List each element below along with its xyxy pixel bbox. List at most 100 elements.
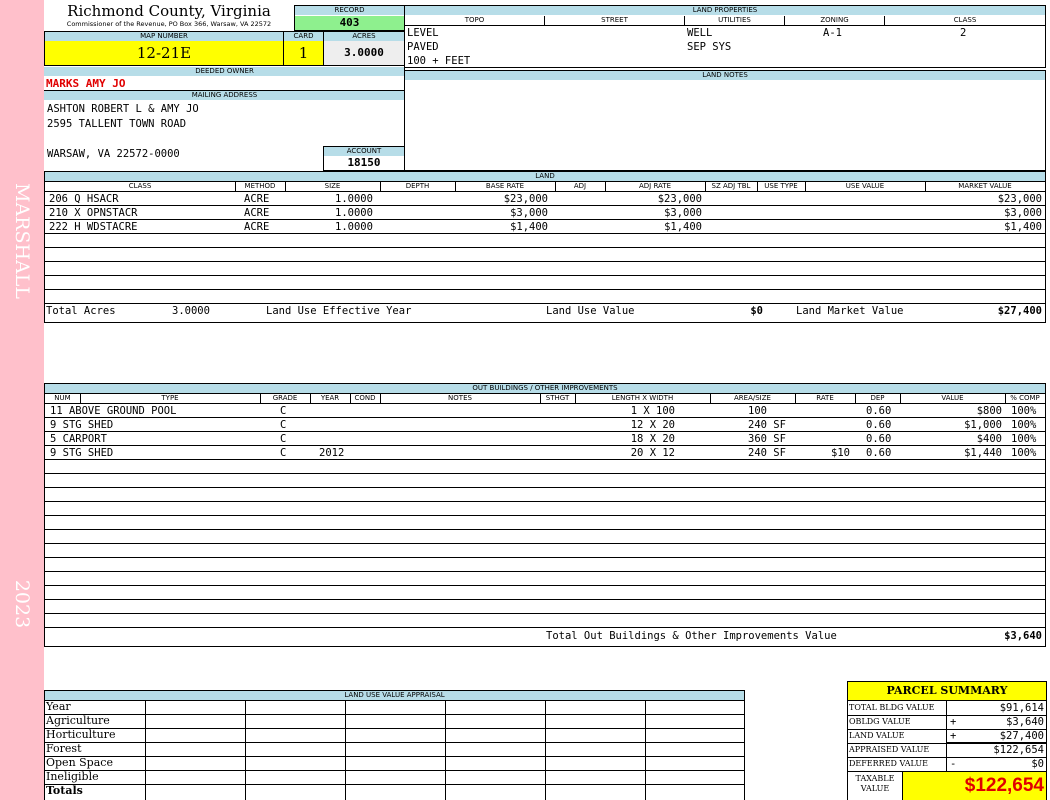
- row-divider: [45, 770, 745, 771]
- row-divider: [847, 771, 1047, 772]
- taxable-label: TAXABLE VALUE: [848, 771, 902, 800]
- ob-value: $1,000: [964, 419, 1002, 431]
- land-col-header: SIZE: [324, 182, 341, 190]
- parcel-row-value: $122,654: [993, 744, 1044, 756]
- ob-col-header: AREA/SIZE: [734, 394, 771, 402]
- commissioner-line: Commissioner of the Revenue, PO Box 366,…: [66, 20, 272, 28]
- ob-col-header: TYPE: [161, 394, 179, 402]
- total-acres-value: 3.0000: [172, 305, 210, 317]
- land-use-value-label: Land Use Value: [546, 305, 635, 317]
- row-divider: [45, 613, 1045, 614]
- parcel-summary-title: PARCEL SUMMARY: [848, 682, 1046, 700]
- row-divider: [45, 247, 1045, 248]
- column-divider: [925, 182, 926, 191]
- column-divider: [575, 394, 576, 403]
- account-label: ACCOUNT: [324, 147, 404, 156]
- taxable-value: $122,654: [903, 771, 1046, 800]
- mailing-address-label: MAILING ADDRESS: [44, 91, 405, 100]
- ob-dep: 0.60: [866, 419, 892, 431]
- parcel-row-label: DEFERRED VALUE: [849, 759, 928, 768]
- land-size: 1.0000: [335, 207, 373, 219]
- map-number-label: MAP NUMBER: [45, 32, 283, 41]
- column-divider: [545, 700, 546, 800]
- row-divider: [45, 275, 1045, 276]
- appraisal-row-label: Horticulture: [46, 728, 116, 741]
- ob-length-width: 1 X 100: [630, 405, 675, 417]
- ob-dep: 0.60: [866, 433, 892, 445]
- appraisal-row-label: Agriculture: [46, 714, 110, 727]
- zoning-value: A-1: [823, 27, 842, 39]
- row-divider: [45, 473, 1045, 474]
- topo-2: PAVED: [407, 41, 439, 53]
- appraisal-row-label: Forest: [46, 742, 82, 755]
- land-notes-box: [404, 70, 1046, 171]
- column-divider: [345, 700, 346, 800]
- ob-length-width: 12 X 20: [630, 419, 675, 431]
- ob-col-header: RATE: [816, 394, 834, 402]
- sidebar: MARSHALL 2023: [0, 0, 44, 800]
- column-divider: [380, 182, 381, 191]
- topo-1: LEVEL: [407, 27, 439, 39]
- ob-comp: 100%: [1011, 419, 1037, 431]
- appraisal-row-label: Totals: [46, 784, 83, 797]
- ob-col-header: STHGT: [545, 394, 570, 402]
- column-divider: [805, 182, 806, 191]
- column-divider: [80, 394, 81, 403]
- ob-grade: C: [280, 447, 287, 459]
- parcel-row-operator: +: [950, 730, 957, 742]
- ob-value: $400: [976, 433, 1002, 445]
- ob-col-header: COND: [354, 394, 376, 402]
- land-col-header: SZ ADJ TBL: [711, 182, 751, 190]
- land-base-rate: $3,000: [510, 207, 548, 219]
- parcel-row-operator: -: [950, 758, 957, 770]
- land-market-value: $3,000: [1004, 207, 1042, 219]
- parcel-row-operator: +: [950, 716, 957, 728]
- row-divider: [45, 487, 1045, 488]
- land-use-appraisal-title: LAND USE VALUE APPRAISAL: [45, 691, 744, 700]
- ob-year: 2012: [319, 447, 345, 459]
- row-divider: [45, 543, 1045, 544]
- land-col-header: USE VALUE: [845, 182, 885, 190]
- deeded-owner-label: DEEDED OWNER: [44, 67, 405, 76]
- row-divider: [45, 501, 1045, 502]
- card-label: CARD: [284, 32, 323, 41]
- column-divider: [380, 394, 381, 403]
- lp-col-topo: TOPO: [405, 16, 545, 25]
- ob-area: 240 SF: [748, 447, 786, 459]
- outbuildings-total: $3,640: [1004, 630, 1042, 642]
- map-number: 12-21E: [45, 41, 283, 65]
- parcel-row-value: $3,640: [1006, 716, 1044, 728]
- ob-length-width: 20 X 12: [630, 447, 675, 459]
- land-col-header: CLASS: [128, 182, 152, 190]
- account-number: 18150: [347, 156, 381, 169]
- record-number: 403: [295, 16, 404, 30]
- parcel-row-value: $0: [1031, 758, 1044, 770]
- lp-col-utilities: UTILITIES: [685, 16, 785, 25]
- row-divider: [45, 289, 1045, 290]
- ob-col-header: DEP: [870, 394, 885, 402]
- acres-label: ACRES: [324, 32, 404, 41]
- record-label: RECORD: [295, 6, 404, 15]
- column-divider: [350, 394, 351, 403]
- land-class: 222 H WDSTACRE: [49, 221, 138, 233]
- column-divider: [245, 700, 246, 800]
- row-divider: [45, 742, 745, 743]
- ob-col-header: GRADE: [272, 394, 298, 402]
- ob-area: 360 SF: [748, 433, 786, 445]
- land-col-header: BASE RATE: [485, 182, 525, 190]
- land-col-header: USE TYPE: [764, 182, 798, 190]
- parcel-row-label: LAND VALUE: [849, 731, 905, 740]
- land-size: 1.0000: [335, 193, 373, 205]
- ob-col-header: NOTES: [448, 394, 472, 402]
- column-divider: [285, 182, 286, 191]
- ob-value: $1,440: [964, 447, 1002, 459]
- ob-comp: 100%: [1011, 447, 1037, 459]
- column-divider: [555, 182, 556, 191]
- land-market-value: $27,400: [997, 305, 1042, 317]
- effective-year-label: Land Use Effective Year: [266, 305, 412, 317]
- ob-col-header: VALUE: [941, 394, 964, 402]
- ob-type: 5 CARPORT: [50, 433, 107, 445]
- land-market-value: $23,000: [997, 193, 1042, 205]
- land-method: ACRE: [244, 207, 270, 219]
- ob-comp: 100%: [1011, 405, 1037, 417]
